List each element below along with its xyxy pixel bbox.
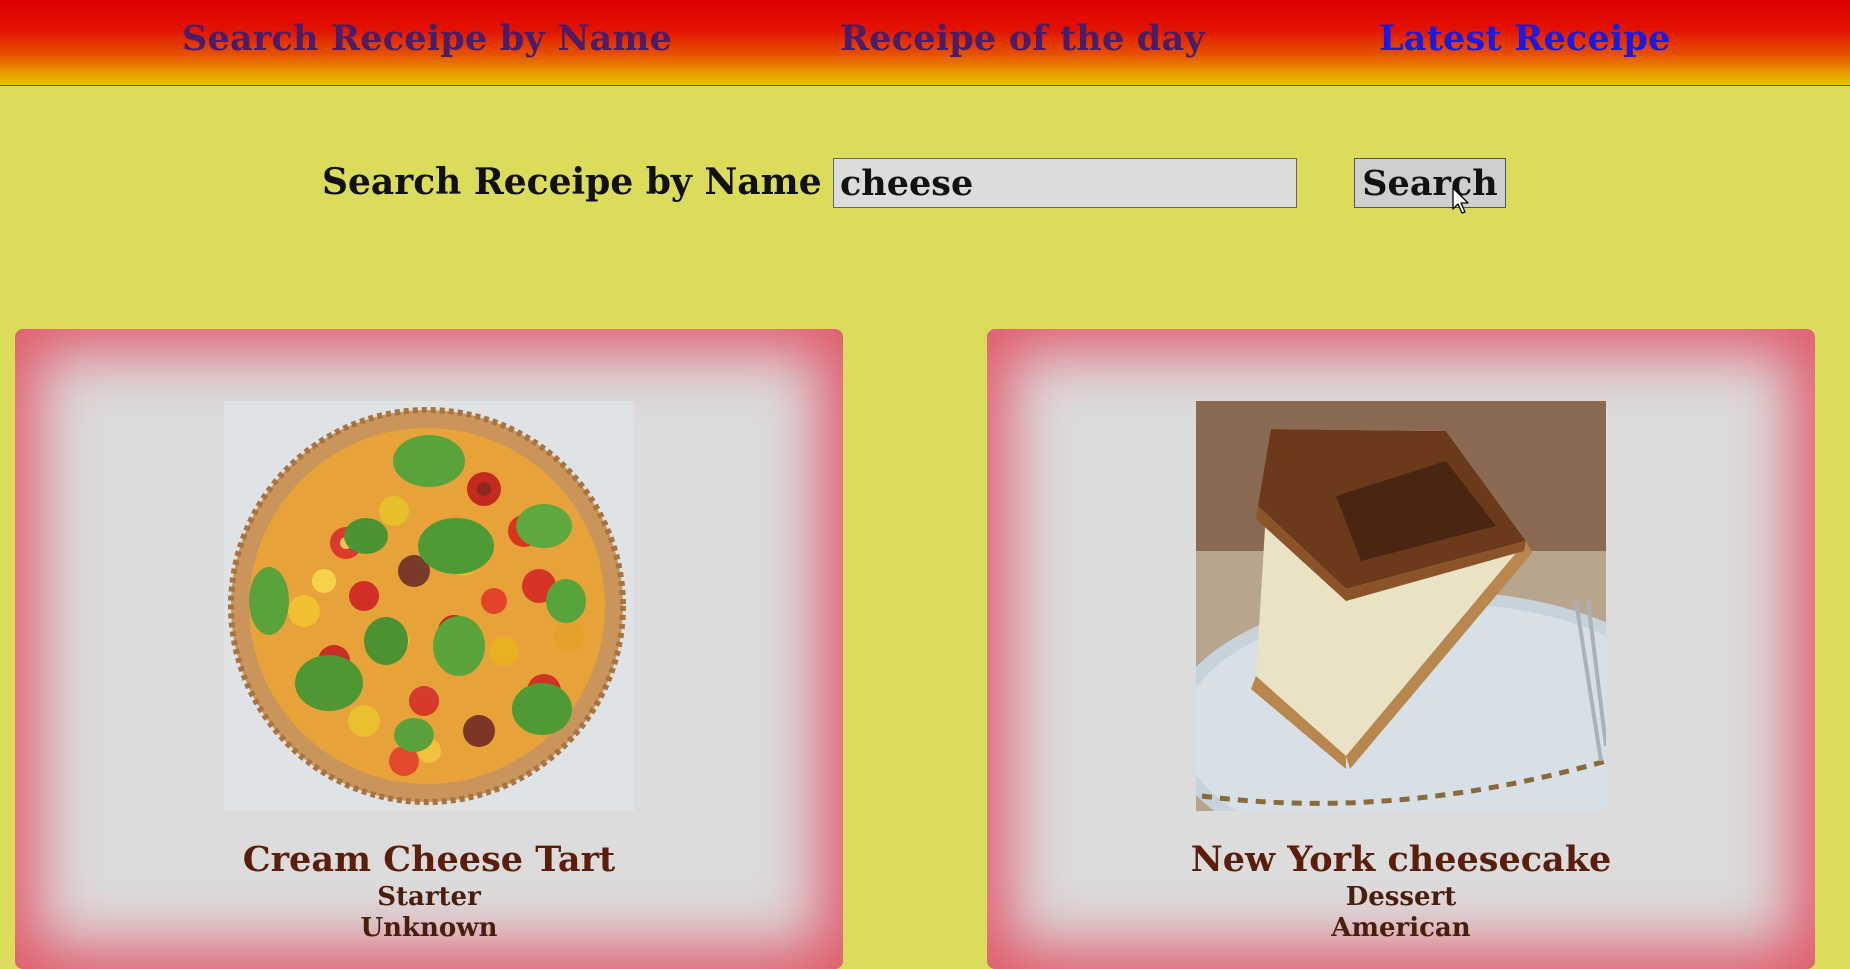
recipe-title[interactable]: New York cheesecake	[987, 839, 1815, 880]
top-navigation: Search Receipe by Name Receipe of the da…	[0, 0, 1850, 86]
mouse-cursor-icon	[1452, 187, 1469, 214]
nav-link-latest-recipe[interactable]: Latest Receipe	[1379, 18, 1671, 59]
recipe-course: Starter	[377, 882, 481, 912]
recipe-card[interactable]: Cream Cheese Tart Starter Unknown	[15, 329, 843, 969]
new-york-cheesecake-image	[1196, 401, 1606, 811]
nav-link-search-by-name[interactable]: Search Receipe by Name	[182, 18, 672, 59]
cream-cheese-tart-image	[224, 401, 634, 811]
search-label: Search Receipe by Name	[322, 161, 822, 203]
search-input[interactable]	[833, 158, 1297, 208]
recipe-title[interactable]: Cream Cheese Tart	[15, 839, 843, 880]
search-button[interactable]: Search	[1354, 158, 1506, 208]
recipe-card[interactable]: New York cheesecake Dessert American	[987, 329, 1815, 969]
recipe-cuisine: Unknown	[360, 913, 498, 943]
nav-link-recipe-of-the-day[interactable]: Receipe of the day	[840, 18, 1205, 59]
recipe-course: Dessert	[1345, 882, 1457, 912]
recipe-cuisine: American	[1331, 913, 1471, 943]
